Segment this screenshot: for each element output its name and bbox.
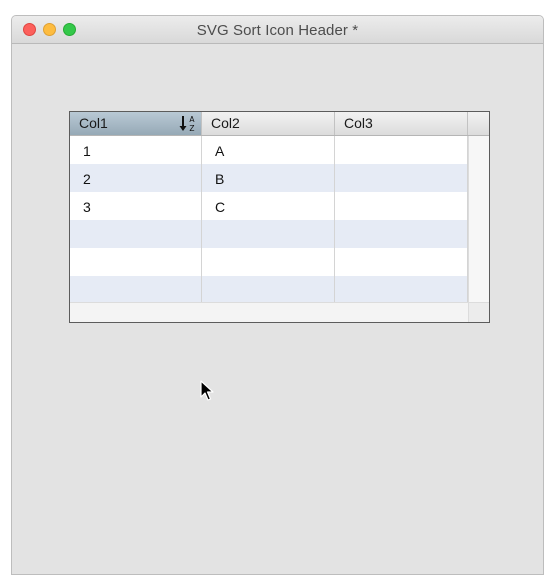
- column-header-label: Col2: [211, 115, 240, 131]
- svg-text:A: A: [189, 115, 195, 124]
- svg-text:Z: Z: [189, 124, 194, 133]
- title-bar[interactable]: SVG Sort Icon Header *: [12, 16, 543, 44]
- table-view[interactable]: Col1 A Z Col2 Col3 1 A 2 B 3 C: [69, 111, 490, 323]
- table-cell[interactable]: 1: [70, 136, 202, 164]
- window-title: SVG Sort Icon Header *: [196, 22, 359, 39]
- table-row[interactable]: [70, 276, 468, 304]
- table-cell[interactable]: [335, 248, 468, 276]
- table-cell[interactable]: [335, 136, 468, 164]
- table-cell[interactable]: A: [202, 136, 335, 164]
- table-cell[interactable]: [335, 220, 468, 248]
- table-cell[interactable]: [202, 220, 335, 248]
- vertical-scrollbar[interactable]: [468, 136, 489, 302]
- sort-a-z-icon[interactable]: A Z: [179, 114, 197, 133]
- table-row[interactable]: 1 A: [70, 136, 468, 164]
- scroll-corner: [468, 302, 489, 322]
- table-cell[interactable]: [335, 192, 468, 220]
- table-cell[interactable]: [202, 276, 335, 304]
- table-cell[interactable]: C: [202, 192, 335, 220]
- table-row[interactable]: [70, 220, 468, 248]
- table-cell[interactable]: B: [202, 164, 335, 192]
- table-header: Col1 A Z Col2 Col3: [70, 112, 489, 136]
- table-cell[interactable]: [70, 248, 202, 276]
- column-header-col2[interactable]: Col2: [202, 112, 335, 135]
- table-cell[interactable]: 2: [70, 164, 202, 192]
- mouse-pointer-icon: [200, 380, 214, 401]
- table-cell[interactable]: [70, 276, 202, 304]
- column-header-label: Col3: [344, 115, 373, 131]
- table-row[interactable]: 3 C: [70, 192, 468, 220]
- table-cell[interactable]: [202, 248, 335, 276]
- table-row[interactable]: [70, 248, 468, 276]
- column-header-col1[interactable]: Col1 A Z: [70, 112, 202, 135]
- app-window: SVG Sort Icon Header * Col1 A Z Col2 Col…: [11, 15, 544, 575]
- table-cell[interactable]: [335, 164, 468, 192]
- table-cell[interactable]: [335, 276, 468, 304]
- header-corner: [468, 112, 489, 135]
- horizontal-scrollbar[interactable]: [70, 302, 468, 322]
- table-cell[interactable]: 3: [70, 192, 202, 220]
- table-row[interactable]: 2 B: [70, 164, 468, 192]
- column-header-label: Col1: [79, 115, 108, 131]
- column-header-col3[interactable]: Col3: [335, 112, 468, 135]
- table-cell[interactable]: [70, 220, 202, 248]
- table-body: 1 A 2 B 3 C: [70, 136, 468, 304]
